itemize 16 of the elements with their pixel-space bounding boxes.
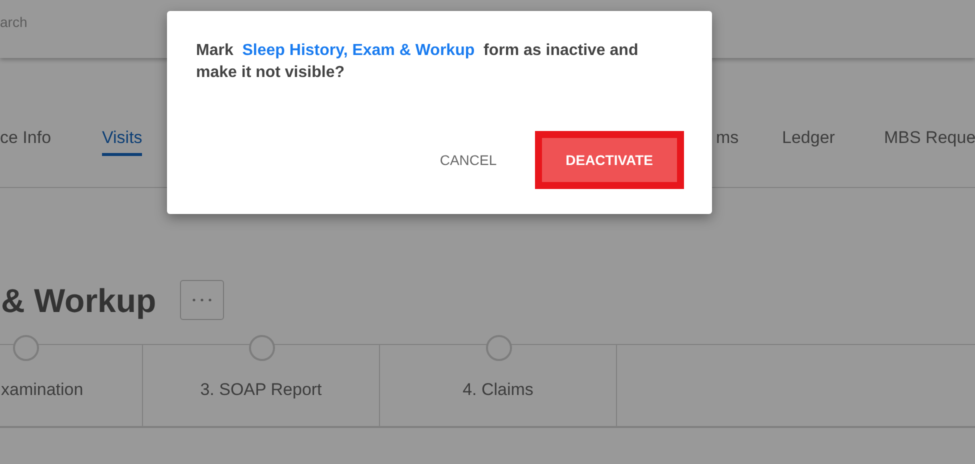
tab[interactable]: MBS Reque [884, 122, 975, 156]
more-icon [192, 298, 212, 302]
tab[interactable]: Ledger [782, 122, 835, 156]
step-label[interactable]: xamination [1, 376, 84, 402]
tab[interactable]: Visits [102, 122, 142, 156]
cancel-button[interactable]: CANCEL [440, 142, 497, 178]
form-title: & Workup [1, 284, 156, 316]
tab[interactable]: ce Info [0, 122, 52, 156]
confirmation-message: Mark Sleep History, Exam & Workup form as inactive and make it not visible? [196, 41, 640, 83]
search-field[interactable]: arch [0, 2, 300, 42]
step-label[interactable]: 4. Claims [462, 376, 534, 402]
more-button[interactable] [180, 280, 224, 320]
tab[interactable]: ms [716, 122, 739, 156]
deactivate-button[interactable]: DEACTIVATE [534, 131, 684, 189]
form-link[interactable]: Sleep History, Exam & Workup [242, 42, 475, 59]
step-label[interactable]: 3. SOAP Report [200, 376, 322, 402]
